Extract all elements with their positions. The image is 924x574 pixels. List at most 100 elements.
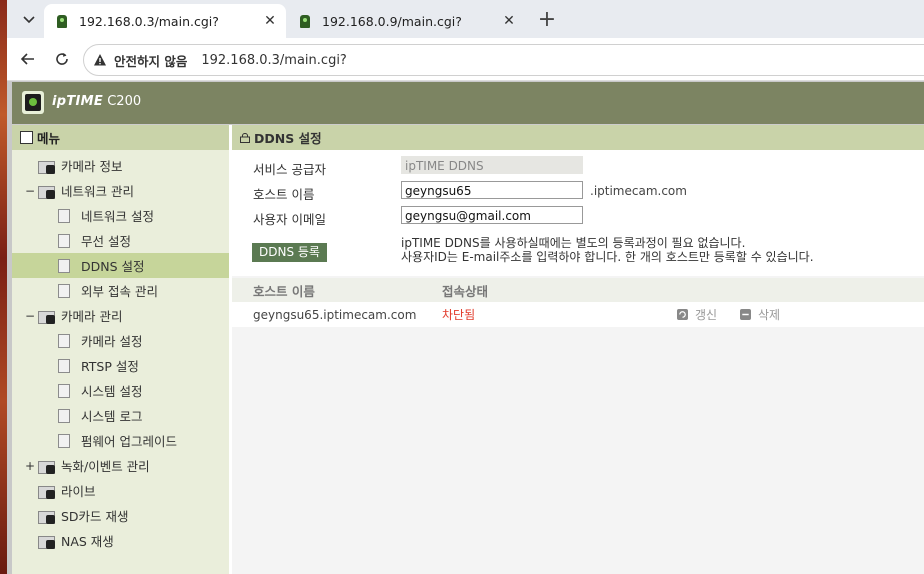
email-label: 사용자 이메일 <box>253 212 326 227</box>
page-icon <box>58 283 70 298</box>
main-content: DDNS 설정 서비스 공급자 ipTIME DDNS 호스트 이름 geyng… <box>232 125 924 574</box>
sidebar-item-label: DDNS 설정 <box>81 259 145 274</box>
sidebar-item-label: 카메라 정보 <box>61 159 123 174</box>
close-tab-icon[interactable]: ✕ <box>499 13 519 29</box>
security-label: 안전하지 않음 <box>114 53 188 69</box>
column-host: 호스트 이름 <box>253 283 315 299</box>
sidebar-item-camera-info[interactable]: 카메라 정보 <box>12 153 229 178</box>
column-status: 접속상태 <box>442 283 489 299</box>
web-page: ipTIME C200 메뉴 카메라 정보 − 네트워크 관리 네트워크 설정 <box>12 82 924 574</box>
notice-line-2: 사용자ID는 E-mail주소를 입력하야 합니다. 한 개의 호스트만 등록할… <box>401 250 814 264</box>
network-icon <box>240 132 250 143</box>
reload-icon <box>56 53 68 65</box>
collapse-icon[interactable]: − <box>25 309 35 323</box>
sidebar-item-label: 무선 설정 <box>81 234 131 249</box>
brand-title: ipTIME C200 <box>52 94 141 109</box>
sidebar-item-rtsp[interactable]: RTSP 설정 <box>12 353 229 378</box>
host-suffix: .iptimecam.com <box>590 184 687 198</box>
minus-icon <box>740 309 751 320</box>
url-text[interactable]: 192.168.0.3/main.cgi? <box>201 53 346 68</box>
model-name: C200 <box>107 94 142 109</box>
page-icon <box>58 258 70 273</box>
browser-toolbar: 안전하지 않음 192.168.0.3/main.cgi? <box>7 38 924 81</box>
page-icon <box>58 408 70 423</box>
new-tab-icon[interactable]: + <box>534 6 560 32</box>
sidebar-item-recording[interactable]: + 녹화/이벤트 관리 <box>12 453 229 478</box>
provider-field: ipTIME DDNS <box>401 156 583 174</box>
sidebar-item-system-settings[interactable]: 시스템 설정 <box>12 378 229 403</box>
sidebar-item-system-log[interactable]: 시스템 로그 <box>12 403 229 428</box>
sidebar-item-firmware[interactable]: 펌웨어 업그레이드 <box>12 428 229 453</box>
sidebar-menu: 메뉴 카메라 정보 − 네트워크 관리 네트워크 설정 무선 설정 DDNS 설… <box>12 125 229 574</box>
refresh-button[interactable]: 갱신 <box>677 302 717 327</box>
sidebar-item-sd-playback[interactable]: SD카드 재생 <box>12 503 229 528</box>
browser-tab-bar: 192.168.0.3/main.cgi? ✕ 192.168.0.9/main… <box>7 0 924 38</box>
close-tab-icon[interactable]: ✕ <box>260 13 280 29</box>
sidebar-item-live[interactable]: 라이브 <box>12 478 229 503</box>
tab-active[interactable]: 192.168.0.3/main.cgi? ✕ <box>44 4 286 38</box>
sidebar-item-ddns[interactable]: DDNS 설정 <box>12 253 229 278</box>
folder-lock-icon <box>38 159 55 174</box>
address-bar[interactable]: 안전하지 않음 192.168.0.3/main.cgi? <box>83 44 924 76</box>
sidebar-item-camera-manage[interactable]: − 카메라 관리 <box>12 303 229 328</box>
sidebar-item-network[interactable]: − 네트워크 관리 <box>12 178 229 203</box>
camera-favicon-icon <box>57 14 67 28</box>
ddns-register-button[interactable]: DDNS 등록 <box>252 243 327 262</box>
folder-play-icon <box>38 509 55 524</box>
page-icon <box>58 433 70 448</box>
page-icon <box>58 208 70 223</box>
sidebar-item-label: 카메라 설정 <box>81 334 143 349</box>
collapse-icon[interactable]: − <box>25 184 35 198</box>
row-host: geyngsu65.iptimecam.com <box>253 307 417 322</box>
chevron-down-icon <box>23 16 35 24</box>
folder-chart-icon <box>38 459 55 474</box>
sidebar-item-label: SD카드 재생 <box>61 509 129 524</box>
sidebar-item-nas-playback[interactable]: NAS 재생 <box>12 528 229 553</box>
tab-search-button[interactable] <box>16 6 42 32</box>
desktop-wallpaper-strip <box>0 0 7 574</box>
folder-camera-icon <box>38 309 55 324</box>
row-status: 차단됨 <box>442 308 476 322</box>
section-title: DDNS 설정 <box>254 131 322 146</box>
sidebar-item-label: 네트워크 설정 <box>81 209 154 224</box>
sidebar-item-label: 라이브 <box>61 484 96 499</box>
email-input[interactable]: geyngsu@gmail.com <box>401 206 583 224</box>
back-button[interactable] <box>16 47 40 71</box>
back-arrow-icon <box>20 53 34 65</box>
notice-line-1: ipTIME DDNS를 사용하실때에는 별도의 등록과정이 필요 없습니다. <box>401 236 746 250</box>
sidebar-item-network-settings[interactable]: 네트워크 설정 <box>12 203 229 228</box>
warning-icon[interactable] <box>93 53 107 67</box>
page-icon <box>58 383 70 398</box>
table-row: geyngsu65.iptimecam.com 차단됨 갱신 삭제 <box>232 302 924 327</box>
section-header: DDNS 설정 <box>232 125 924 150</box>
host-name-input[interactable]: geyngsu65 <box>401 181 583 199</box>
folder-network-icon <box>38 184 55 199</box>
sidebar-item-remote-access[interactable]: 외부 접속 관리 <box>12 278 229 303</box>
brand-name: ipTIME <box>52 94 104 109</box>
sidebar-item-camera-settings[interactable]: 카메라 설정 <box>12 328 229 353</box>
reload-button[interactable] <box>50 47 74 71</box>
sidebar-item-label: RTSP 설정 <box>81 359 139 374</box>
sidebar-item-wireless[interactable]: 무선 설정 <box>12 228 229 253</box>
menu-title: 메뉴 <box>37 131 61 146</box>
delete-label: 삭제 <box>758 308 781 322</box>
tab-inactive[interactable]: 192.168.0.9/main.cgi? ✕ <box>287 4 525 38</box>
tab-title: 192.168.0.3/main.cgi? <box>79 13 219 29</box>
host-label: 호스트 이름 <box>253 187 315 202</box>
refresh-label: 갱신 <box>695 308 718 322</box>
sidebar-item-label: 외부 접속 관리 <box>81 284 158 299</box>
expand-icon[interactable]: + <box>25 459 35 473</box>
host-table-header: 호스트 이름 접속상태 <box>232 278 924 302</box>
ddns-form: 서비스 공급자 ipTIME DDNS 호스트 이름 geyngsu65 .ip… <box>232 150 924 276</box>
refresh-icon <box>677 309 688 320</box>
sidebar-item-label: 녹화/이벤트 관리 <box>61 459 150 474</box>
sidebar-item-label: 카메라 관리 <box>61 309 123 324</box>
camera-favicon-icon <box>300 14 310 28</box>
ddns-notice: ipTIME DDNS를 사용하실때에는 별도의 등록과정이 필요 없습니다. … <box>401 236 814 264</box>
menu-header: 메뉴 <box>12 125 229 150</box>
sidebar-item-label: 펌웨어 업그레이드 <box>81 434 177 449</box>
sidebar-item-label: 시스템 설정 <box>81 384 143 399</box>
delete-button[interactable]: 삭제 <box>740 302 780 327</box>
menu-list-icon <box>20 131 33 144</box>
folder-play-icon <box>38 534 55 549</box>
